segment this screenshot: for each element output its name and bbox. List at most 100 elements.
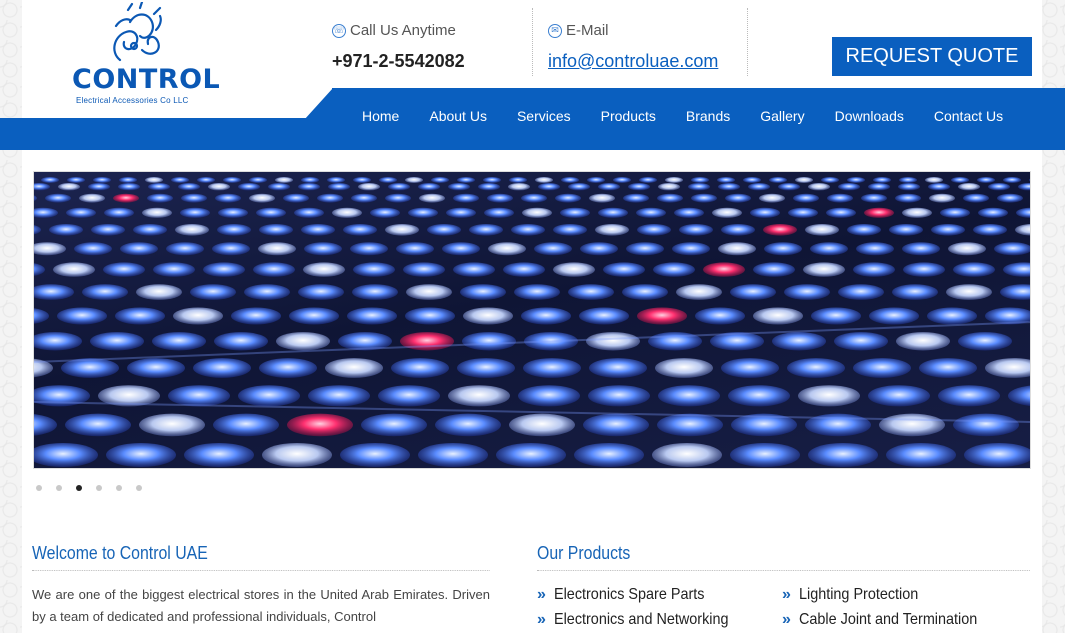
led-light <box>173 307 223 325</box>
phone-icon: ☏ <box>332 23 346 38</box>
led-light <box>892 284 938 300</box>
led-light <box>275 177 293 183</box>
led-light <box>853 358 911 378</box>
slider-dot[interactable] <box>96 485 102 491</box>
led-light <box>115 307 165 325</box>
led-light <box>691 193 717 203</box>
led-light <box>418 183 440 191</box>
led-light <box>405 177 423 183</box>
nav-home[interactable]: Home <box>347 108 414 124</box>
slider-dot[interactable] <box>56 485 62 491</box>
email-link[interactable]: info@controluae.com <box>548 51 718 72</box>
led-light <box>34 225 41 235</box>
led-light <box>847 224 881 236</box>
phone-number[interactable]: +971-2-5542082 <box>332 51 465 72</box>
led-light <box>665 177 683 183</box>
led-light <box>788 207 818 218</box>
led-light <box>67 177 85 183</box>
led-light <box>448 385 510 407</box>
product-link[interactable]: » Electronics and Networking <box>537 607 748 632</box>
led-light <box>521 193 547 203</box>
nav-services[interactable]: Services <box>502 108 586 124</box>
led-light <box>385 193 411 203</box>
led-light <box>598 207 628 218</box>
led-light <box>34 195 37 202</box>
led-light <box>579 307 629 325</box>
led-light <box>180 207 210 218</box>
led-light <box>53 262 95 277</box>
led-light <box>287 413 353 437</box>
led-light <box>538 183 560 191</box>
nav-gallery[interactable]: Gallery <box>745 108 819 124</box>
led-light <box>453 262 495 277</box>
led-light <box>1015 224 1030 236</box>
led-light <box>294 207 324 218</box>
nav-products[interactable]: Products <box>586 108 671 124</box>
led-light <box>764 242 802 256</box>
led-light <box>728 385 790 407</box>
led-light <box>396 242 434 256</box>
led-light <box>521 307 571 325</box>
request-quote-button[interactable]: REQUEST QUOTE <box>832 37 1032 76</box>
slider-dot[interactable] <box>136 485 142 491</box>
led-light <box>120 242 158 256</box>
led-light <box>34 332 82 351</box>
nav-brands[interactable]: Brands <box>671 108 745 124</box>
led-light <box>587 177 605 183</box>
led-light <box>405 307 455 325</box>
led-light <box>868 183 890 191</box>
slider-dot[interactable] <box>76 485 82 491</box>
led-light <box>896 332 950 351</box>
led-light <box>508 183 530 191</box>
slider-dot[interactable] <box>116 485 122 491</box>
product-link[interactable]: » Lighting Protection <box>782 582 997 607</box>
slider-dot[interactable] <box>36 485 42 491</box>
led-light <box>332 207 362 218</box>
welcome-title: Welcome to Control UAE <box>32 543 490 571</box>
email-label-row: ✉ E-Mail <box>548 22 718 39</box>
led-light <box>350 242 388 256</box>
led-light <box>769 177 787 183</box>
led-light <box>535 177 553 183</box>
led-light <box>408 207 438 218</box>
led-light <box>811 307 861 325</box>
led-light <box>435 413 501 437</box>
led-light <box>1003 177 1021 183</box>
led-light <box>90 332 144 351</box>
led-light <box>1008 385 1030 406</box>
led-light <box>948 242 986 256</box>
led-light <box>262 443 332 467</box>
led-light <box>763 224 797 236</box>
led-light <box>457 177 475 183</box>
led-light <box>795 177 813 183</box>
led-light <box>718 183 740 191</box>
led-light <box>258 242 296 256</box>
led-light <box>879 413 945 437</box>
led-light <box>946 284 992 300</box>
product-link[interactable]: » Electronics Spare Parts <box>537 582 748 607</box>
led-light <box>902 207 932 218</box>
led-light <box>808 183 830 191</box>
led-light <box>721 224 755 236</box>
logo-calligraphy-icon <box>113 0 162 62</box>
nav-contact-us[interactable]: Contact Us <box>919 108 1018 124</box>
led-light <box>821 177 839 183</box>
mail-icon: ✉ <box>548 23 562 38</box>
led-light <box>574 443 644 467</box>
led-light <box>636 207 666 218</box>
led-light <box>810 242 848 256</box>
nav-downloads[interactable]: Downloads <box>820 108 919 124</box>
led-light <box>217 224 251 236</box>
led-light <box>340 443 410 467</box>
led-light <box>133 224 167 236</box>
led-light <box>655 358 713 378</box>
led-light <box>168 385 230 407</box>
nav-about-us[interactable]: About Us <box>414 108 502 124</box>
product-link[interactable]: » Cable Joint and Termination <box>782 607 997 632</box>
led-light <box>34 284 74 300</box>
led-light <box>58 183 80 191</box>
led-light <box>853 262 895 277</box>
led-light <box>725 193 751 203</box>
led-light <box>658 183 680 191</box>
call-block: ☏ Call Us Anytime +971-2-5542082 <box>332 22 465 72</box>
